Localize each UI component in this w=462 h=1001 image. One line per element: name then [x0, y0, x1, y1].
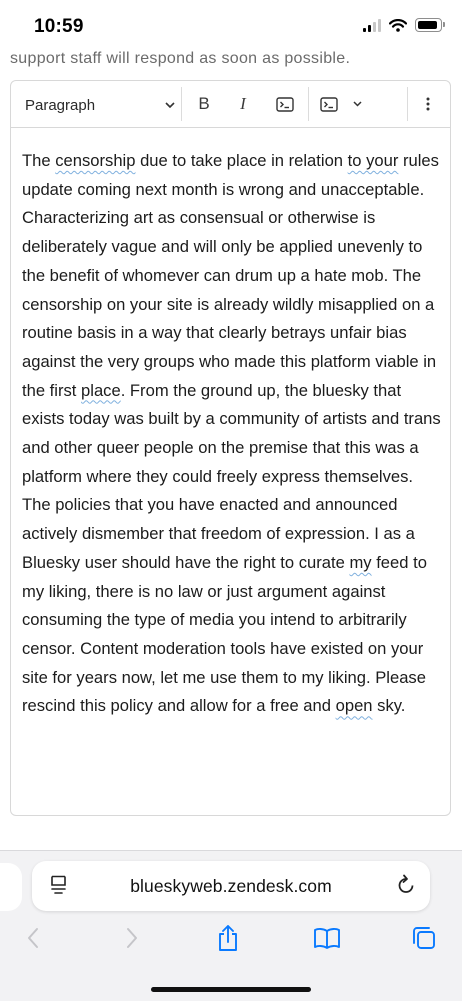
spellcheck-flagged-word: place — [81, 380, 121, 400]
toolbar-divider — [308, 87, 309, 121]
bookmarks-icon — [314, 928, 340, 949]
browser-toolbar: blueskyweb.zendesk.com — [0, 850, 462, 1001]
editor-text-area[interactable]: The censorship due to take place in rela… — [22, 147, 442, 721]
previous-tab-preview[interactable] — [0, 863, 22, 911]
toolbar-divider — [407, 87, 408, 121]
inline-code-button[interactable] — [274, 93, 296, 115]
spellcheck-flagged-word: censorship — [55, 151, 136, 170]
chevron-down-icon — [353, 101, 362, 107]
text-segment: feed to my liking, there is no law or ju… — [22, 552, 427, 716]
paragraph-format-select[interactable]: Paragraph — [25, 95, 175, 115]
nav-row — [0, 921, 462, 955]
text-segment: sky. — [372, 696, 406, 716]
wifi-icon — [389, 18, 407, 32]
paragraph-format-value: Paragraph — [25, 96, 96, 114]
home-indicator — [151, 987, 311, 992]
spellcheck-flagged-word: to your — [347, 151, 399, 170]
back-button[interactable] — [18, 923, 48, 953]
code-block-icon — [320, 96, 338, 112]
address-url[interactable]: blueskyweb.zendesk.com — [32, 876, 430, 897]
message-paragraph: The censorship due to take place in rela… — [22, 147, 442, 721]
toolbar-divider — [181, 87, 182, 121]
tabs-button[interactable] — [409, 923, 439, 953]
reload-icon[interactable] — [396, 874, 416, 896]
share-icon — [219, 925, 237, 951]
battery-icon — [415, 18, 445, 32]
code-block-button[interactable] — [320, 93, 362, 115]
code-icon — [276, 96, 294, 112]
italic-button[interactable]: I — [235, 93, 251, 115]
forward-icon — [127, 928, 137, 948]
status-bar: 10:59 — [0, 0, 462, 52]
forward-button[interactable] — [117, 923, 147, 953]
text-segment: The — [22, 151, 56, 170]
chevron-down-icon — [165, 102, 175, 108]
text-segment: rules update coming next month is wrong … — [22, 151, 439, 400]
back-icon — [28, 928, 38, 948]
share-button[interactable] — [213, 923, 243, 953]
status-time: 10:59 — [34, 16, 84, 37]
address-bar[interactable]: blueskyweb.zendesk.com — [32, 861, 430, 911]
bold-button[interactable]: B — [195, 93, 213, 115]
more-vertical-icon — [426, 97, 430, 111]
tabs-icon — [413, 927, 435, 949]
cellular-signal-icon — [363, 18, 381, 32]
bookmarks-button[interactable] — [310, 923, 344, 953]
rich-text-editor: Paragraph B I The censorship due to take… — [10, 80, 451, 816]
spellcheck-flagged-word: open — [335, 696, 373, 716]
more-options-button[interactable] — [421, 93, 435, 115]
text-segment: due to take place in relation — [135, 151, 348, 170]
editor-toolbar: Paragraph B I — [11, 81, 450, 128]
helper-text: support staff will respond as soon as po… — [10, 50, 351, 67]
text-segment: . From the ground up, the bluesky that e… — [22, 380, 441, 572]
status-icons — [363, 18, 445, 32]
spellcheck-flagged-word: my — [349, 552, 372, 572]
